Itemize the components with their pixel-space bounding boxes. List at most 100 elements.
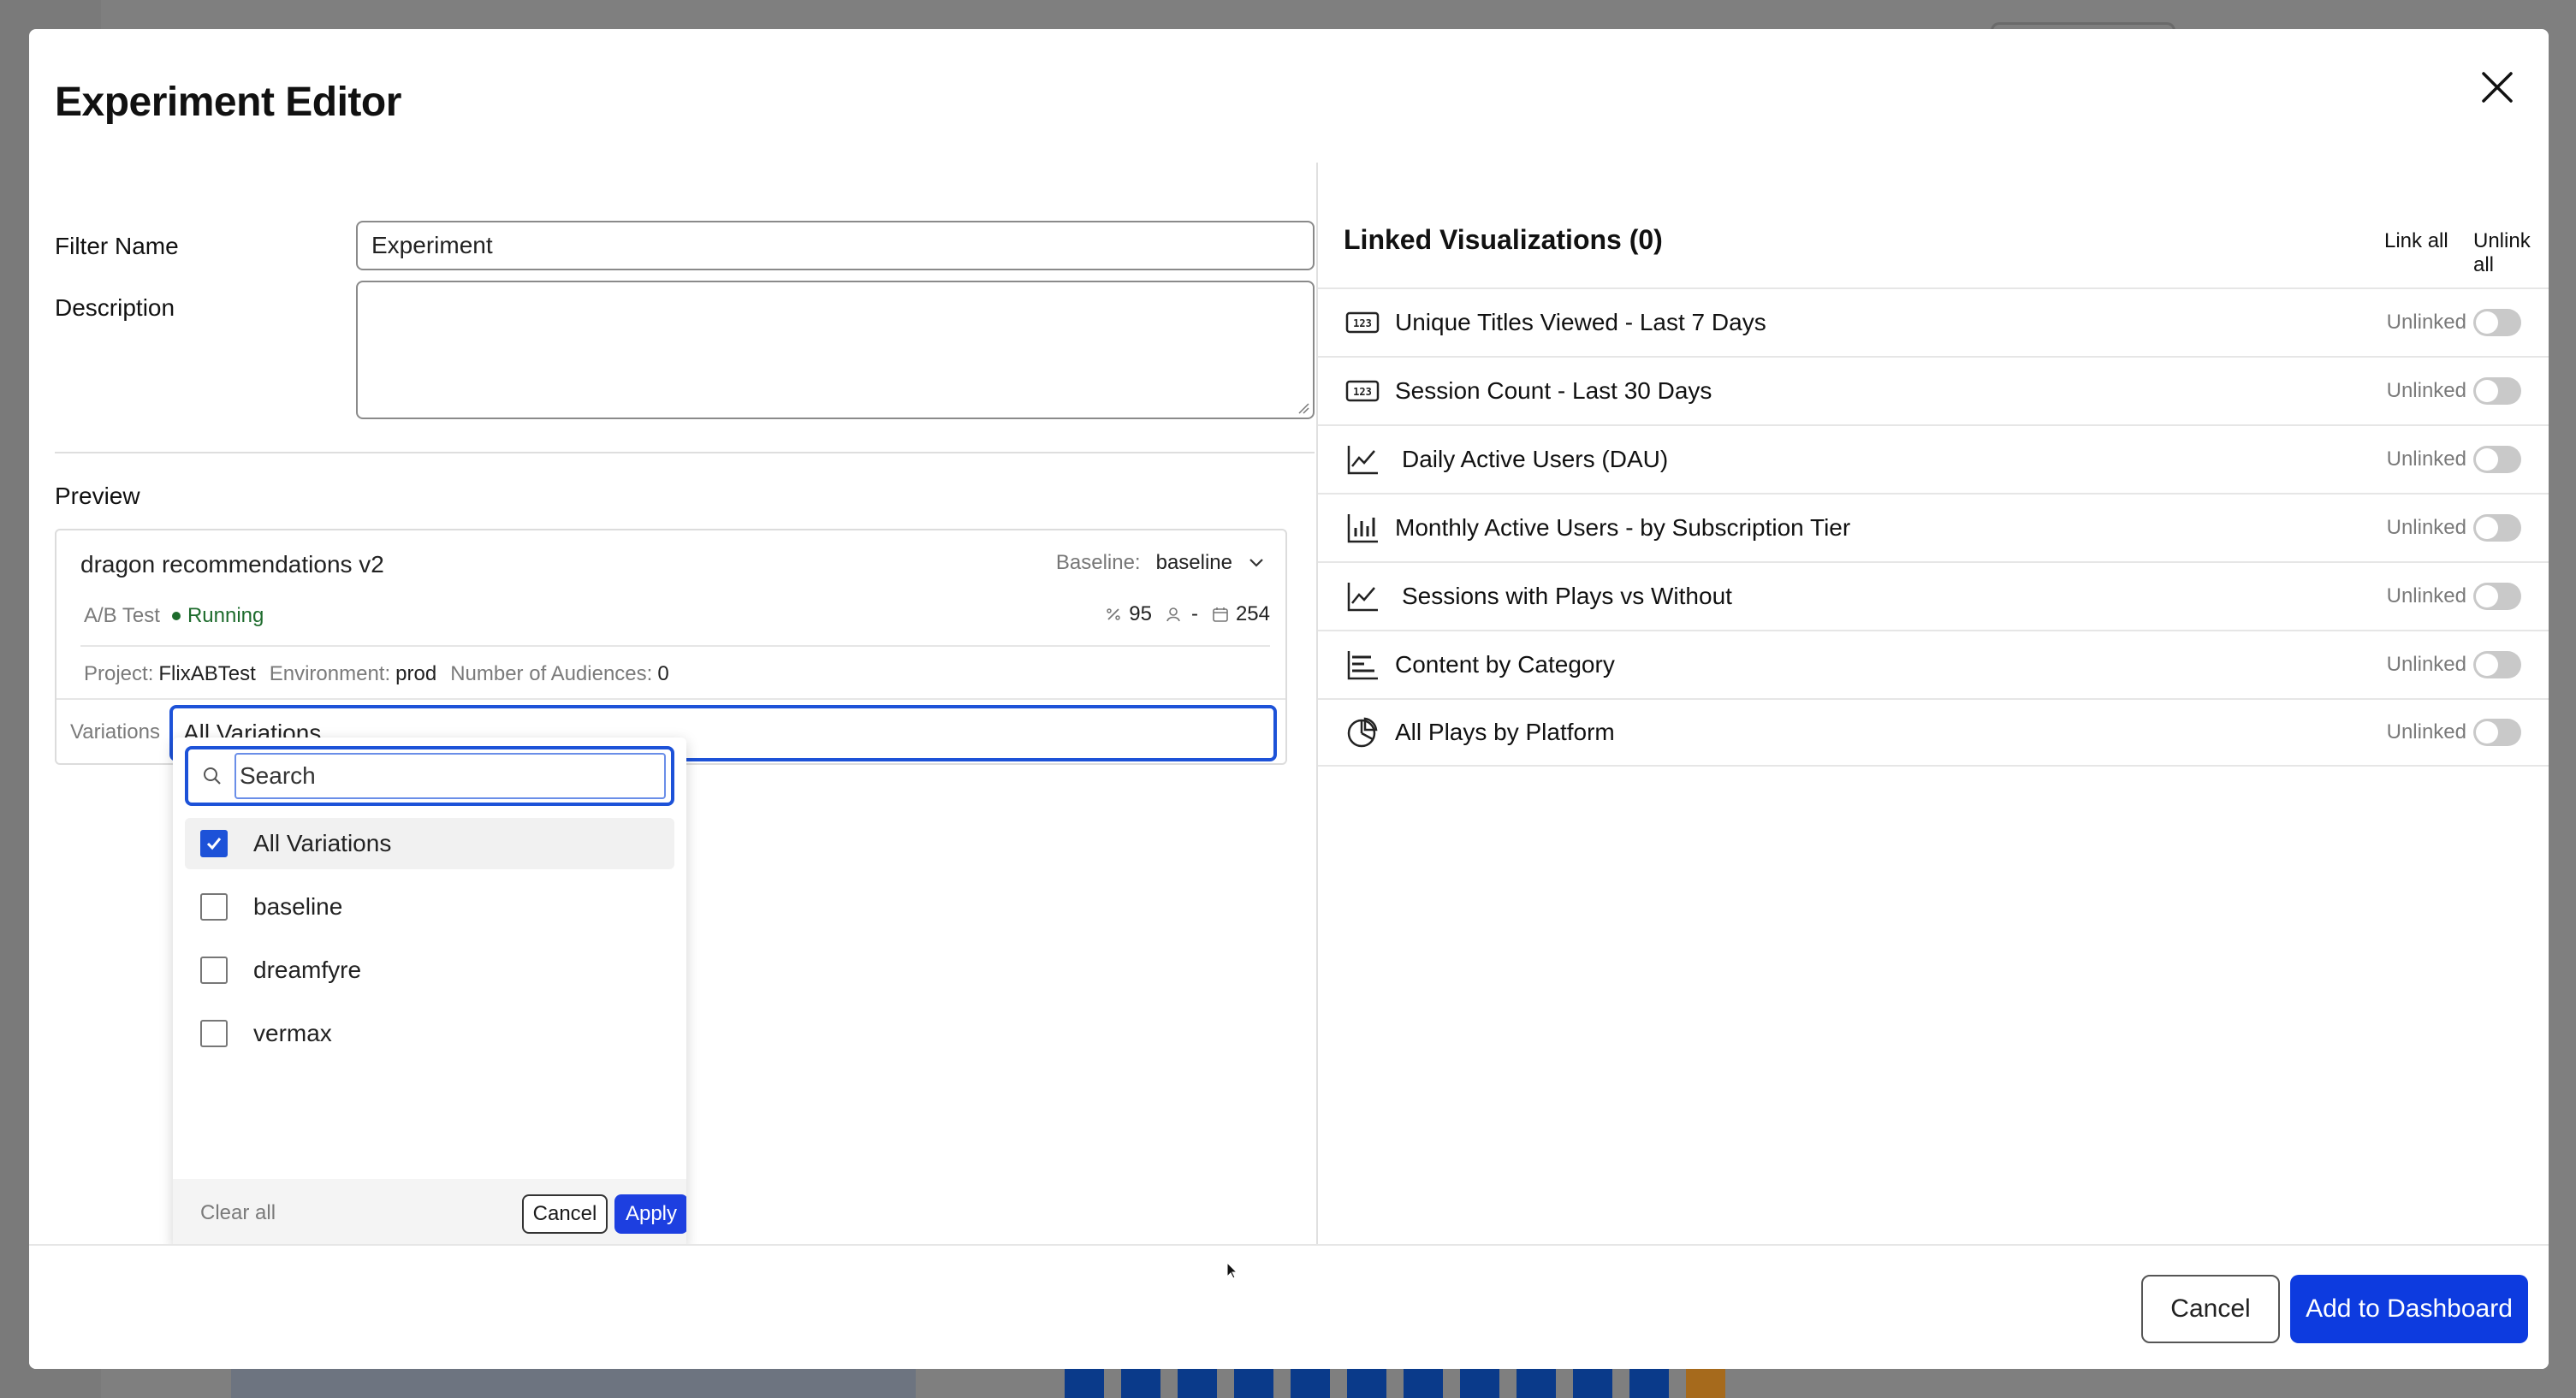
experiment-editor-modal: Experiment Editor Filter Name Experiment… xyxy=(29,29,2549,1369)
visualization-name: Monthly Active Users - by Subscription T… xyxy=(1395,514,1851,541)
visualization-list: 123 Unique Titles Viewed - Last 7 Days U… xyxy=(1318,287,2549,767)
visualization-name: Unique Titles Viewed - Last 7 Days xyxy=(1395,309,1766,335)
link-toggle[interactable] xyxy=(2473,309,2521,336)
link-status: Unlinked xyxy=(2386,516,2466,539)
close-button[interactable] xyxy=(2472,62,2523,113)
project-label: Project: xyxy=(84,662,154,685)
traffic-value: 95 xyxy=(1129,602,1152,625)
clear-all-button[interactable]: Clear all xyxy=(200,1201,276,1225)
visualization-row: Sessions with Plays vs Without Unlinked xyxy=(1318,561,2549,630)
visualization-row: 123 Session Count - Last 30 Days Unlinke… xyxy=(1318,356,2549,424)
checkbox[interactable] xyxy=(200,1020,228,1047)
dropdown-footer: Clear all Cancel Apply xyxy=(173,1179,686,1247)
status-text: Running xyxy=(187,604,264,627)
calendar-icon xyxy=(1213,607,1228,622)
link-status: Unlinked xyxy=(2386,447,2466,471)
option-label: dreamfyre xyxy=(253,957,362,983)
checkbox-checked[interactable] xyxy=(200,830,228,857)
option-label: vermax xyxy=(253,1020,332,1046)
percent-icon xyxy=(1107,608,1120,620)
visualization-row: Monthly Active Users - by Subscription T… xyxy=(1318,493,2549,561)
link-toggle[interactable] xyxy=(2473,719,2521,746)
dropdown-cancel-button[interactable]: Cancel xyxy=(522,1194,608,1234)
link-status: Unlinked xyxy=(2386,720,2466,743)
link-toggle[interactable] xyxy=(2473,377,2521,405)
description-textarea[interactable] xyxy=(356,281,1315,419)
visualization-name: Sessions with Plays vs Without xyxy=(1402,583,1732,609)
visualization-row: All Plays by Platform Unlinked xyxy=(1318,698,2549,767)
bar-chart-icon xyxy=(1345,511,1380,545)
filter-name-input[interactable]: Experiment xyxy=(356,221,1315,270)
visualization-name: Daily Active Users (DAU) xyxy=(1402,446,1669,472)
link-toggle[interactable] xyxy=(2473,651,2521,678)
visualization-row: Daily Active Users (DAU) Unlinked xyxy=(1318,424,2549,493)
number-icon: 123 xyxy=(1345,374,1380,408)
number-icon: 123 xyxy=(1345,305,1380,340)
variation-option-dreamfyre[interactable]: dreamfyre xyxy=(185,945,674,996)
variation-option-baseline[interactable]: baseline xyxy=(185,881,674,933)
variations-dropdown: All Variations baseline dreamfyre vermax… xyxy=(173,738,686,1247)
unlink-all-button[interactable]: Unlink all xyxy=(2473,229,2549,277)
apply-button[interactable]: Apply xyxy=(614,1194,686,1234)
status-badge: Running xyxy=(171,604,264,628)
cancel-button[interactable]: Cancel xyxy=(2141,1275,2280,1343)
audience-value: - xyxy=(1190,602,1198,625)
experiment-meta: A/B Test Running xyxy=(84,604,264,628)
visualization-name: Content by Category xyxy=(1395,651,1615,678)
background-chart xyxy=(1065,1367,1725,1398)
svg-text:123: 123 xyxy=(1353,317,1372,329)
experiment-preview-card: dragon recommendations v2 Baseline: base… xyxy=(55,529,1287,765)
resize-grip-icon[interactable] xyxy=(1297,402,1309,414)
add-to-dashboard-button[interactable]: Add to Dashboard xyxy=(2290,1275,2528,1343)
link-toggle[interactable] xyxy=(2473,583,2521,610)
variation-option-vermax[interactable]: vermax xyxy=(185,1008,674,1059)
section-divider xyxy=(55,452,1315,453)
mouse-cursor-icon xyxy=(1226,1261,1238,1279)
variation-option-all[interactable]: All Variations xyxy=(185,818,674,869)
search-icon xyxy=(204,767,221,785)
modal-title: Experiment Editor xyxy=(55,80,401,125)
project-value: FlixABTest xyxy=(158,662,256,685)
days-value: 254 xyxy=(1235,602,1270,625)
checkbox[interactable] xyxy=(200,893,228,921)
checkbox[interactable] xyxy=(200,957,228,984)
audiences-value: 0 xyxy=(657,662,669,685)
card-divider xyxy=(80,645,1270,647)
experiment-details: Project: FlixABTest Environment: prod Numb… xyxy=(84,662,669,686)
check-icon xyxy=(206,838,222,850)
search-input[interactable] xyxy=(234,753,666,799)
audience-icon xyxy=(1166,607,1180,622)
link-toggle[interactable] xyxy=(2473,446,2521,473)
line-chart-icon xyxy=(1345,442,1380,477)
visualization-row: Content by Category Unlinked xyxy=(1318,630,2549,698)
link-status: Unlinked xyxy=(2386,584,2466,607)
visualization-name: Session Count - Last 30 Days xyxy=(1395,377,1712,404)
link-all-button[interactable]: Link all xyxy=(2384,229,2448,253)
link-status: Unlinked xyxy=(2386,653,2466,676)
pie-chart-icon xyxy=(1345,715,1380,749)
horizontal-bar-chart-icon xyxy=(1345,648,1380,682)
baseline-label: Baseline: xyxy=(1055,551,1141,574)
modal-footer: Cancel Add to Dashboard xyxy=(29,1244,2549,1369)
option-label: All Variations xyxy=(253,830,392,856)
experiment-stats: 95 - 254 xyxy=(1105,602,1270,626)
visualization-row: 123 Unique Titles Viewed - Last 7 Days U… xyxy=(1318,287,2549,356)
variations-label: Variations xyxy=(70,720,160,743)
option-label: baseline xyxy=(253,893,343,920)
experiment-type: A/B Test xyxy=(84,604,160,627)
experiment-name: dragon recommendations v2 xyxy=(80,551,384,578)
link-status: Unlinked xyxy=(2386,311,2466,334)
line-chart-icon xyxy=(1345,579,1380,613)
environment-label: Environment: xyxy=(269,662,391,685)
baseline-selector[interactable]: Baseline: baseline xyxy=(1056,551,1265,575)
link-toggle[interactable] xyxy=(2473,514,2521,542)
preview-title: Preview xyxy=(55,483,140,509)
background-panel xyxy=(231,1367,916,1398)
svg-text:123: 123 xyxy=(1353,386,1372,398)
environment-value: prod xyxy=(395,662,437,685)
baseline-value: baseline xyxy=(1155,551,1232,574)
description-label: Description xyxy=(55,294,175,321)
visualization-name: All Plays by Platform xyxy=(1395,719,1615,745)
status-dot-icon xyxy=(171,612,181,620)
link-status: Unlinked xyxy=(2386,379,2466,402)
